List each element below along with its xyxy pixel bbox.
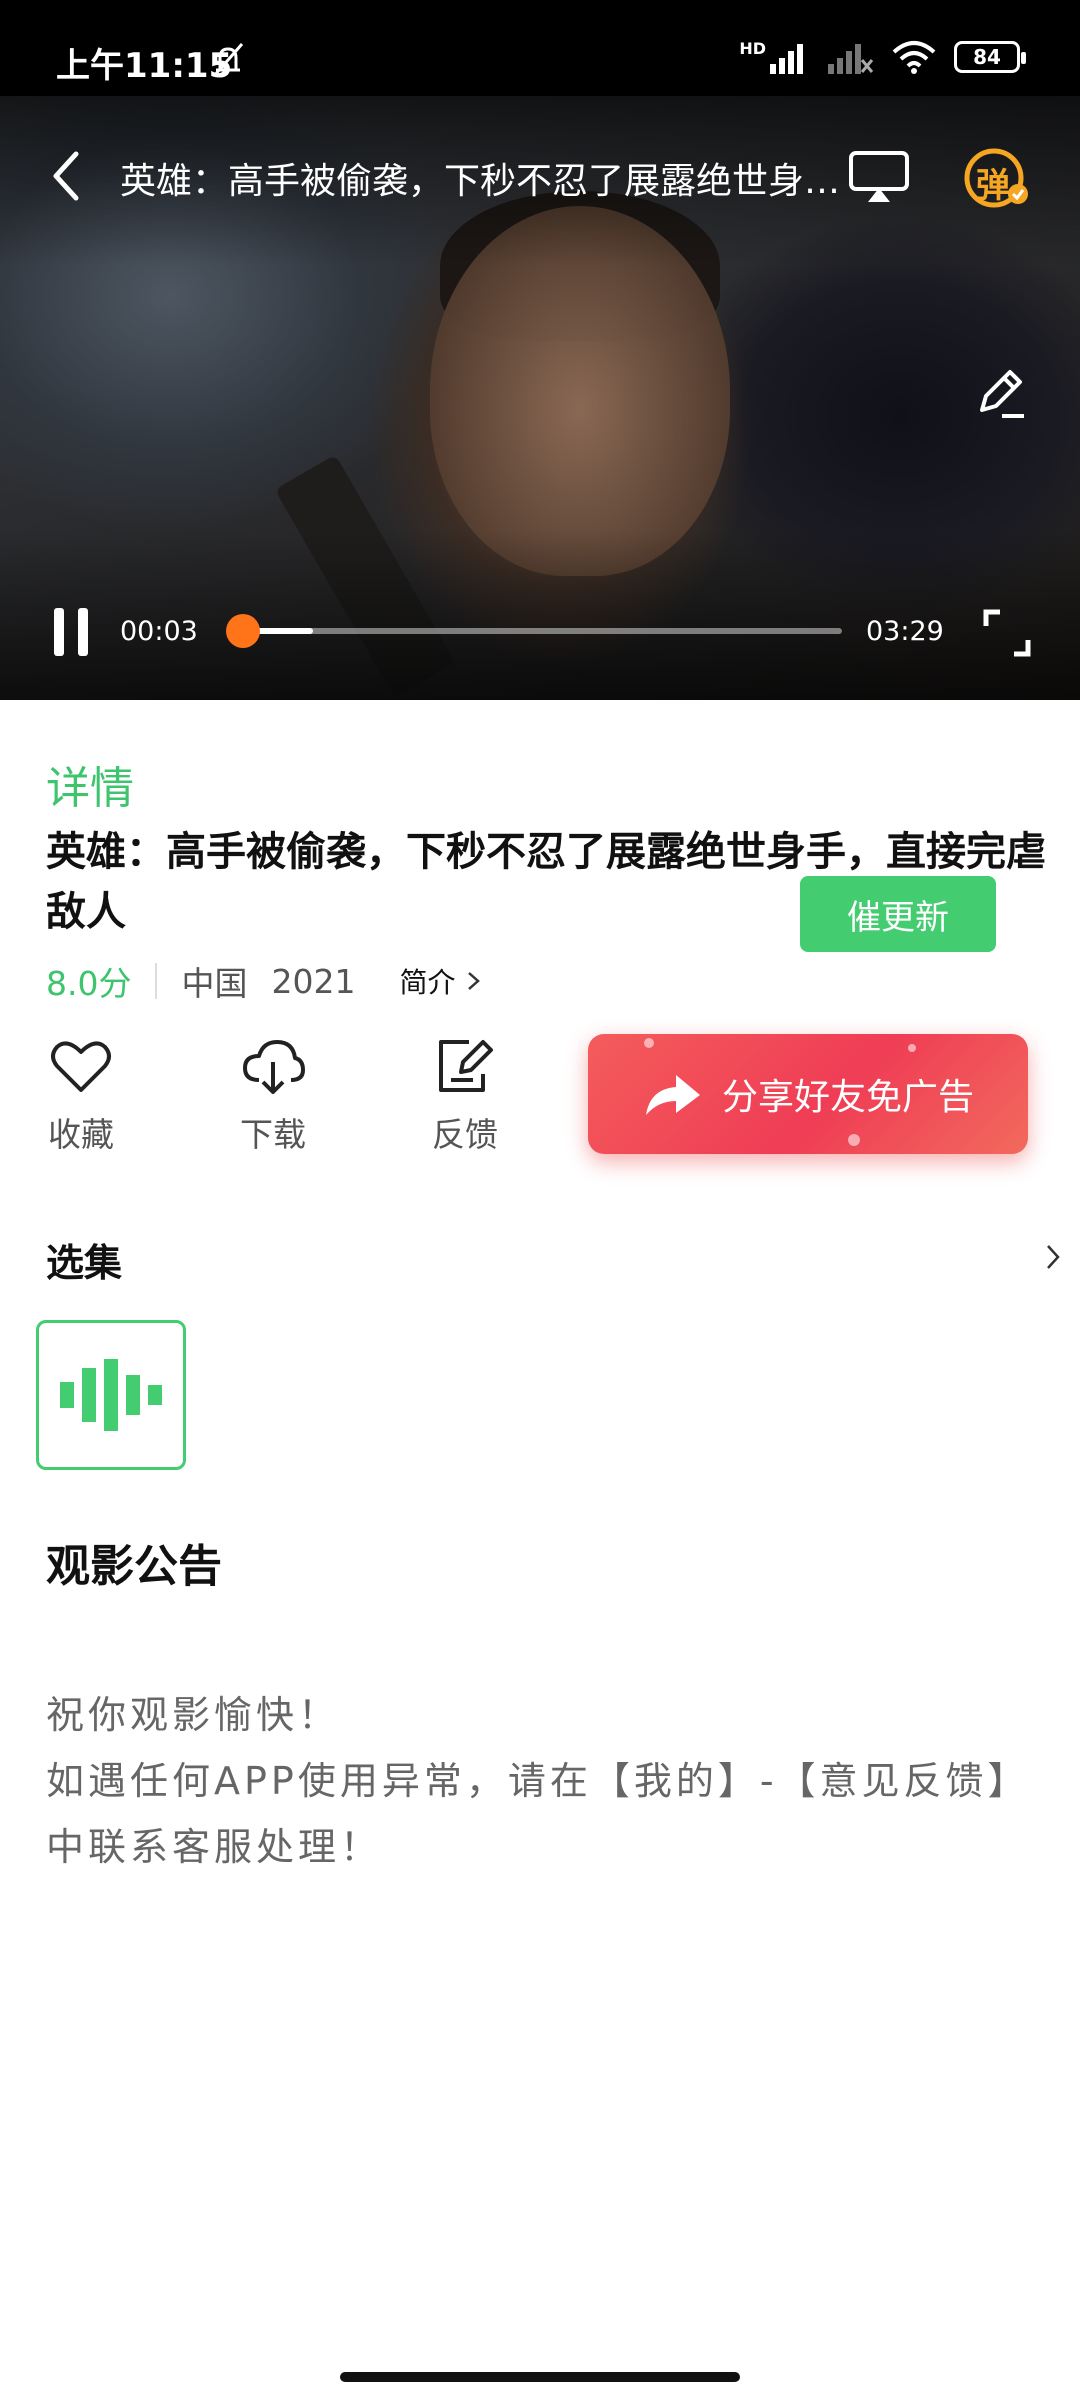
feedback-button[interactable]: 反馈 bbox=[410, 1034, 520, 1156]
progress-bar[interactable] bbox=[226, 614, 842, 648]
fullscreen-icon[interactable] bbox=[982, 608, 1032, 658]
danmu-toggle[interactable]: 弹 bbox=[962, 146, 1034, 212]
download-label: 下载 bbox=[240, 1115, 306, 1154]
tab-detail[interactable]: 详情 bbox=[46, 752, 134, 816]
episode-item-playing[interactable] bbox=[36, 1320, 186, 1470]
playing-bars-icon bbox=[60, 1359, 162, 1431]
video-title: 英雄：高手被偷袭，下秒不忍了展露绝世身手，直接完虐敌人 bbox=[120, 161, 850, 202]
status-time: 上午11:15 bbox=[56, 46, 233, 86]
share-friends-button[interactable]: 分享好友免广告 bbox=[588, 1034, 1028, 1154]
wifi-icon bbox=[892, 41, 936, 74]
mute-icon bbox=[212, 43, 244, 77]
notice-line-1: 祝你观影愉快！ bbox=[46, 1693, 341, 1737]
movie-region: 中国 bbox=[181, 964, 248, 1003]
status-bar: 上午11:15 HD 84 bbox=[0, 0, 1080, 96]
favorite-button[interactable]: 收藏 bbox=[26, 1034, 136, 1156]
feedback-label: 反馈 bbox=[432, 1115, 498, 1154]
cloud-download-icon bbox=[243, 1040, 305, 1094]
movie-year: 2021 bbox=[271, 961, 356, 1001]
status-right-group: HD 84 bbox=[739, 38, 1026, 74]
signal-off-icon bbox=[828, 44, 874, 74]
edit-danmu-icon[interactable] bbox=[972, 366, 1028, 422]
feedback-edit-icon bbox=[439, 1040, 493, 1092]
notice-title: 观影公告 bbox=[46, 1541, 222, 1592]
share-label: 分享好友免广告 bbox=[721, 1077, 974, 1118]
download-button[interactable]: 下载 bbox=[218, 1034, 328, 1156]
favorite-label: 收藏 bbox=[48, 1115, 114, 1154]
signal-icon bbox=[770, 44, 803, 74]
battery-icon: 84 bbox=[954, 41, 1026, 73]
progress-knob[interactable] bbox=[226, 614, 261, 648]
current-time: 00:03 bbox=[120, 616, 198, 647]
notice-line-2: 如遇任何APP使用异常，请在【我的】-【意见反馈】中联系客服处理！ bbox=[46, 1759, 1030, 1869]
episodes-more-icon[interactable] bbox=[1044, 1242, 1062, 1272]
episodes-title: 选集 bbox=[46, 1241, 123, 1285]
pause-icon[interactable] bbox=[50, 606, 94, 658]
total-time: 03:29 bbox=[866, 616, 944, 647]
back-icon[interactable] bbox=[44, 148, 92, 204]
movie-meta: 8.0分 中国 2021 简介 bbox=[46, 956, 483, 1006]
share-arrow-icon bbox=[645, 1075, 700, 1115]
video-player[interactable]: 英雄：高手被偷袭，下秒不忍了展露绝世身手，直接完虐敌人 弹 00:03 03:2… bbox=[0, 96, 1080, 700]
battery-level: 84 bbox=[973, 45, 1001, 69]
action-bar: 收藏 下载 反馈 bbox=[0, 1034, 560, 1164]
home-indicator[interactable] bbox=[340, 2372, 740, 2382]
chevron-right-icon[interactable] bbox=[465, 970, 483, 992]
movie-score: 8.0分 bbox=[46, 964, 132, 1003]
cast-icon[interactable] bbox=[848, 150, 910, 204]
meta-divider bbox=[155, 963, 158, 999]
heart-icon bbox=[51, 1041, 111, 1092]
network-type-label: HD bbox=[739, 38, 766, 58]
danmu-label: 弹 bbox=[976, 166, 1010, 206]
urge-update-button[interactable]: 催更新 bbox=[800, 876, 996, 952]
intro-link[interactable]: 简介 bbox=[399, 961, 455, 1001]
notice-text: 祝你观影愉快！ 如遇任何APP使用异常，请在【我的】-【意见反馈】中联系客服处理… bbox=[46, 1682, 1046, 1880]
